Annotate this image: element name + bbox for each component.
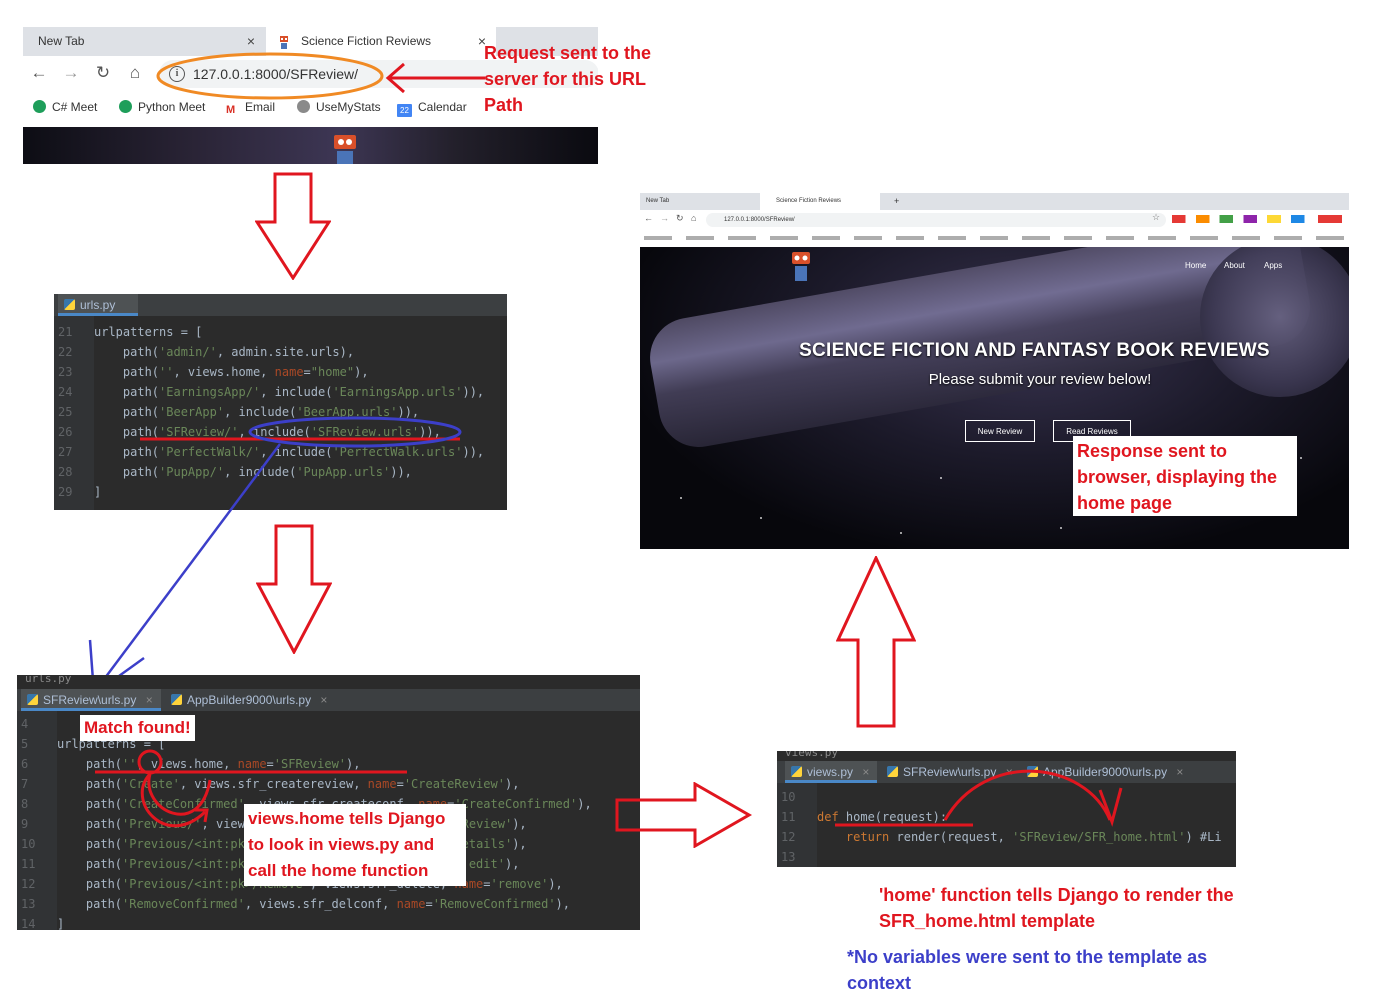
editor-tab-bar: urls.py [54,294,507,316]
reload-icon[interactable]: ↻ [93,63,113,83]
annotation-response: Response sent to browser, displaying the… [1073,436,1297,516]
annotation-request: Request sent to the server for this URL … [484,43,652,115]
reload-icon[interactable]: ↻ [676,213,684,224]
home-icon[interactable]: ⌂ [125,63,145,83]
nav-about[interactable]: About [1224,261,1245,270]
star-icon[interactable]: ☆ [1152,212,1160,223]
hero-title: SCIENCE FICTION AND FANTASY BOOK REVIEWS [799,340,1270,361]
robot-logo-icon [330,133,360,164]
flow-arrow-up [836,556,916,728]
close-icon[interactable]: × [320,693,327,707]
annotation-views-home: views.home tells Django to look in views… [244,804,466,886]
tab-strip: New Tab Science Fiction Reviews + [640,193,1349,210]
tab-label: Science Fiction Reviews [301,34,432,48]
robot-logo-icon [790,251,812,288]
code-line: 13 [781,850,796,864]
code-line: 14] [21,917,65,930]
code-line: 23 path('', views.home, name="home"), [58,365,369,379]
close-icon[interactable]: × [146,693,153,707]
bookmark-items [644,236,1344,240]
bookmark-label: C# Meet [52,100,98,114]
bookmark-calendar[interactable]: 22 Calendar [397,100,467,117]
flow-arrow-right [615,782,753,848]
back-arrow-icon[interactable]: ← [644,213,653,223]
nav-home[interactable]: Home [1185,261,1206,270]
python-file-icon [27,694,38,705]
meet-icon [33,100,46,113]
extension-icons[interactable] [1172,215,1342,223]
code-line: 13 path('RemoveConfirmed', views.sfr_del… [21,897,570,911]
python-file-icon [171,694,182,705]
calendar-icon: 22 [397,104,412,117]
editor-tab-label: AppBuilder9000\urls.py [187,693,312,707]
editor-tab-label: SFReview\urls.py [43,693,137,707]
gmail-icon: M [226,104,239,117]
editor-tab-label: urls.py [80,298,116,312]
url-highlight-ellipse [156,52,384,100]
annotation-no-context: *No variables were sent to the template … [847,947,1208,993]
bookmarks-bar [640,230,1349,247]
editor-tab-appbuilder-urls[interactable]: AppBuilder9000\urls.py × [165,689,335,711]
bookmark-email[interactable]: M Email [226,100,275,117]
previous-tab-label: urls.py [25,675,72,685]
python-file-icon [64,299,75,310]
editor-tab-sfreview-urls[interactable]: SFReview\urls.py × [21,689,161,711]
tab-science-fiction-reviews[interactable]: Science Fiction Reviews [760,193,880,210]
robot-favicon-icon [278,33,290,49]
annotation-match-found: Match found! [80,715,195,741]
navigation-bar: ← → ↻ ⌂ 127.0.0.1:8000/SFReview/ ☆ [640,210,1349,230]
annotation-home-function: 'home' function tells Django to render t… [879,885,1234,931]
bookmark-usemystats[interactable]: UseMyStats [297,100,381,114]
meet-icon [119,100,132,113]
bookmark-label: UseMyStats [316,100,381,114]
bookmark-csharp-meet[interactable]: C# Meet [33,100,97,114]
flow-arrow-down-1 [255,172,331,280]
code-line: 12 return render(request, 'SFReview/SFR_… [781,830,1222,844]
tab-new-tab[interactable]: New Tab [640,193,758,210]
flow-arrow-down-2 [256,524,332,654]
new-tab-icon[interactable]: + [888,193,908,210]
home-icon[interactable]: ⌂ [691,213,696,223]
bookmark-label: Calendar [418,100,467,114]
editor-tab-bar: SFReview\urls.py × AppBuilder9000\urls.p… [17,689,640,711]
python-file-icon [791,766,802,777]
editor-tab-urls[interactable]: urls.py [58,294,138,316]
code-line: 21 urlpatterns = [ [58,325,203,339]
home-render-highlight [835,769,1123,827]
close-icon[interactable]: × [1176,765,1183,779]
bookmark-label: Python Meet [138,100,206,114]
nav-apps[interactable]: Apps [1264,261,1282,270]
forward-arrow-icon[interactable]: → [660,213,669,223]
page-banner-strip [23,127,598,164]
arrow-to-request-note [385,62,485,94]
code-line: 24 path('EarningsApp/', include('Earning… [58,385,485,399]
hero-subtitle: Please submit your review below! [928,371,1152,388]
bookmark-python-meet[interactable]: Python Meet [119,100,205,114]
back-arrow-icon[interactable]: ← [29,63,49,83]
tab-label: New Tab [38,34,85,48]
code-line: 22 path('admin/', admin.site.urls), [58,345,355,359]
code-line: 10 [781,790,796,804]
forward-arrow-icon[interactable]: → [61,63,81,83]
address-bar[interactable]: 127.0.0.1:8000/SFReview/ [706,213,1166,227]
bookmark-label: Email [245,100,276,114]
new-review-button[interactable]: New Review [965,420,1035,442]
code-line: 4 [21,717,29,731]
